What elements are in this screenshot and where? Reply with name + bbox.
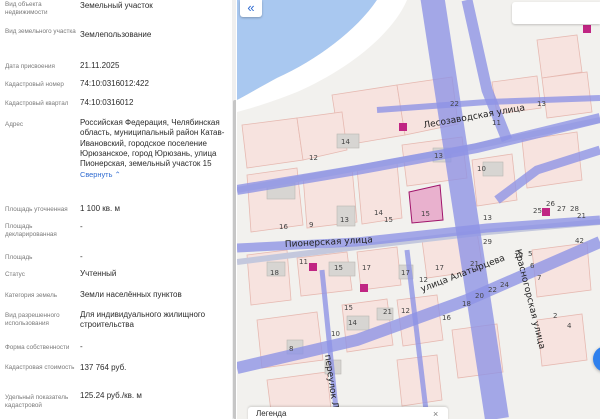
field-label: Удельный показатель кадастровой [5, 394, 69, 409]
svg-text:11: 11 [299, 258, 308, 266]
double-chevron-left-icon: « [247, 0, 255, 15]
svg-text:8: 8 [289, 345, 293, 353]
svg-text:19: 19 [514, 252, 523, 260]
field-label: Адрес [5, 121, 24, 128]
svg-text:12: 12 [401, 307, 410, 315]
svg-text:24: 24 [500, 281, 509, 289]
svg-text:6: 6 [530, 262, 535, 270]
field-value: Земли населённых пунктов [80, 290, 182, 299]
svg-text:20: 20 [475, 292, 484, 300]
panel-scrollbar[interactable] [232, 0, 236, 419]
svg-text:4: 4 [567, 322, 572, 330]
svg-text:11: 11 [492, 119, 501, 127]
svg-text:27: 27 [557, 205, 566, 213]
svg-text:25: 25 [533, 207, 542, 215]
svg-text:16: 16 [442, 314, 451, 322]
legend-bar[interactable]: Легенда [248, 407, 448, 419]
svg-text:15: 15 [421, 210, 430, 218]
svg-text:9: 9 [309, 221, 313, 229]
svg-text:10: 10 [331, 330, 340, 338]
cadastral-map[interactable]: Лесозаводская улица Пионерская улица ули… [237, 0, 600, 419]
field-value: Землепользование [80, 30, 152, 39]
svg-text:16: 16 [279, 223, 288, 231]
svg-text:18: 18 [270, 269, 279, 277]
field-label: Площадь уточненная [5, 206, 68, 213]
field-label: Вид разрешенного использования [5, 312, 60, 327]
address-text: Российская Федерация, Челябинская област… [80, 118, 225, 169]
svg-text:18: 18 [462, 300, 471, 308]
svg-text:12: 12 [419, 276, 428, 284]
field-value: Российская Федерация, Челябинская област… [80, 118, 230, 181]
field-label: Форма собственности [5, 344, 70, 351]
legend-label: Легенда [256, 409, 287, 418]
svg-text:13: 13 [434, 152, 443, 160]
field-label: Вид объекта недвижимости [5, 1, 48, 16]
svg-text:22: 22 [488, 286, 497, 294]
collapse-address-link[interactable]: Свернуть ⌃ [80, 170, 230, 180]
svg-text:17: 17 [362, 264, 371, 272]
map-canvas[interactable]: Лесозаводская улица Пионерская улица ули… [237, 0, 600, 419]
svg-text:10: 10 [477, 165, 486, 173]
svg-text:7: 7 [537, 274, 541, 282]
field-value[interactable]: 74:10:0316012:422 [80, 79, 230, 89]
svg-text:17: 17 [401, 269, 410, 277]
svg-text:21: 21 [383, 308, 392, 316]
svg-text:2: 2 [553, 312, 557, 320]
svg-text:15: 15 [334, 264, 343, 272]
svg-text:12: 12 [309, 154, 318, 162]
collapse-panel-button[interactable]: « [240, 0, 262, 17]
field-value: 1 100 кв. м [80, 204, 120, 213]
svg-text:14: 14 [348, 319, 357, 327]
field-label: Кадастровый номер [5, 81, 64, 88]
field-label: Категория земель [5, 292, 58, 299]
svg-text:13: 13 [483, 214, 492, 222]
field-value: Земельный участок [80, 1, 153, 10]
field-label: Площадь декларированная [5, 223, 57, 238]
field-label: Кадастровая стоимость [5, 364, 75, 371]
field-value: 21.11.2025 [80, 61, 120, 70]
svg-text:14: 14 [374, 209, 383, 217]
chevron-up-icon: ⌃ [114, 170, 121, 180]
field-label: Кадастровый квартал [5, 100, 69, 107]
field-value: - [80, 252, 83, 261]
svg-text:21: 21 [577, 212, 586, 220]
field-label: Вид земельного участка [5, 28, 76, 35]
field-value: 125.24 руб./кв. м [80, 391, 142, 400]
svg-text:13: 13 [340, 216, 349, 224]
svg-text:15: 15 [344, 304, 353, 312]
info-panel: Вид объекта недвижимости Земельный участ… [0, 0, 236, 419]
field-value: Учтенный [80, 269, 117, 278]
field-label: Дата присвоения [5, 63, 55, 70]
field-value: 137 764 руб. [80, 363, 127, 372]
field-value[interactable]: 74:10:0316012 [80, 98, 230, 108]
svg-text:21: 21 [470, 260, 479, 268]
field-label: Статус [5, 271, 25, 278]
svg-text:13: 13 [537, 100, 546, 108]
svg-text:42: 42 [575, 237, 584, 245]
svg-text:5: 5 [528, 250, 532, 258]
field-value: - [80, 222, 83, 231]
map-search-box[interactable] [512, 2, 600, 24]
scrollbar-thumb[interactable] [232, 100, 236, 419]
field-label: Площадь [5, 254, 33, 261]
svg-text:22: 22 [450, 100, 459, 108]
svg-text:17: 17 [435, 264, 444, 272]
field-value: - [80, 342, 83, 351]
svg-text:14: 14 [341, 138, 350, 146]
svg-text:15: 15 [384, 216, 393, 224]
svg-text:29: 29 [483, 238, 492, 246]
svg-text:26: 26 [546, 200, 555, 208]
field-value: Для индивидуального жилищного строительс… [80, 310, 206, 330]
close-icon[interactable]: × [433, 409, 438, 419]
